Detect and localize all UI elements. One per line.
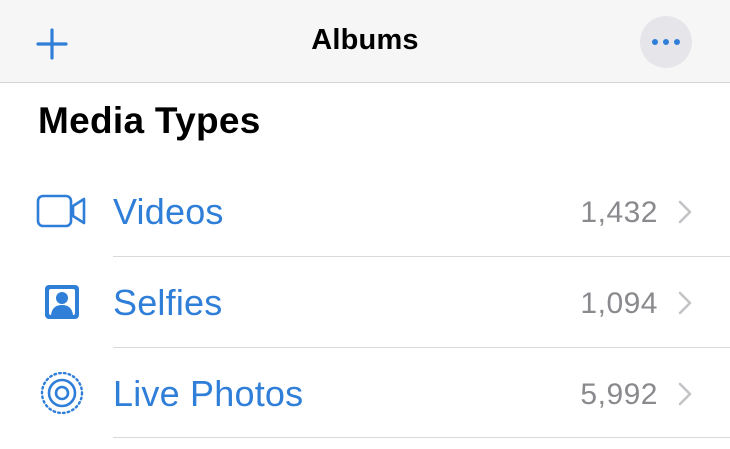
list-item-live-photos[interactable]: Live Photos 5,992 xyxy=(0,348,730,438)
chevron-right-icon xyxy=(676,198,694,226)
list-item-label: Selfies xyxy=(113,282,223,323)
list-item-label: Live Photos xyxy=(113,373,304,414)
more-options-button[interactable] xyxy=(640,16,692,68)
list-item-videos[interactable]: Videos 1,432 xyxy=(0,166,730,256)
list-item-count: 1,094 xyxy=(580,287,658,320)
chevron-right-icon xyxy=(676,289,694,317)
navigation-bar: Albums xyxy=(0,0,730,83)
list-item-selfies[interactable]: Selfies 1,094 xyxy=(0,257,730,347)
chevron-right-icon xyxy=(676,380,694,408)
list-item-count: 1,432 xyxy=(580,196,658,229)
selfie-portrait-icon xyxy=(34,274,90,330)
albums-screen: Albums Media Types Videos 1,432 Selfies … xyxy=(0,0,730,449)
row-divider xyxy=(113,437,730,438)
live-photo-icon xyxy=(34,365,90,421)
list-item-count: 5,992 xyxy=(580,378,658,411)
ellipsis-icon xyxy=(652,39,680,45)
video-camera-icon xyxy=(34,183,90,239)
list-item-label: Videos xyxy=(113,191,224,232)
page-title: Albums xyxy=(311,24,419,56)
section-title-media-types: Media Types xyxy=(38,100,261,141)
